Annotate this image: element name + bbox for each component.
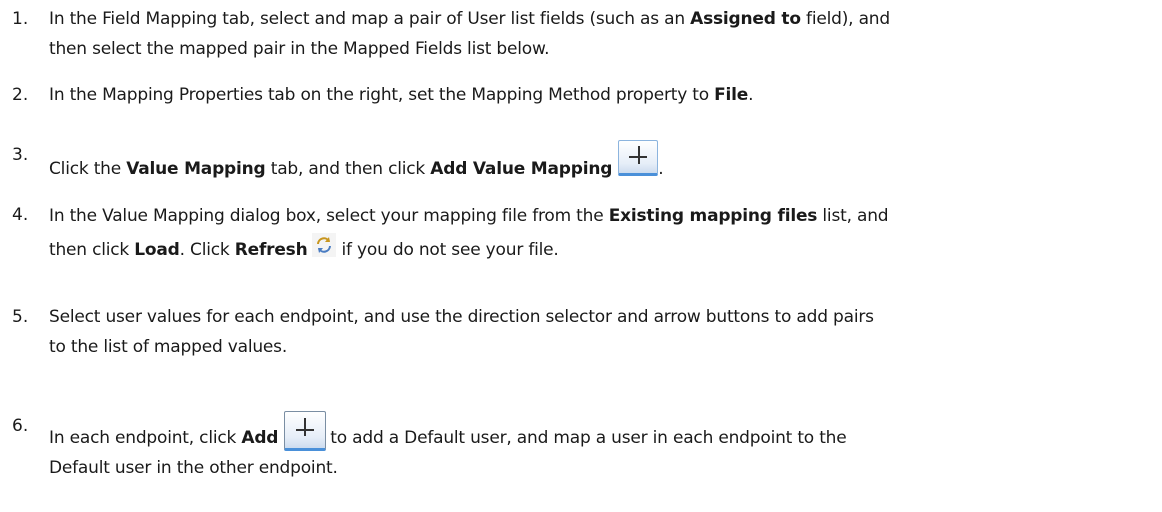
step-text-part: In the Value Mapping dialog box, select … — [49, 206, 609, 226]
step-text-part: . — [658, 159, 664, 179]
button-name-bold: Refresh — [234, 240, 308, 260]
step-text: Click the Value Mapping tab, and then cl… — [49, 140, 1149, 184]
step-text-part: Click the — [49, 159, 127, 179]
step-text-part: . Click — [179, 240, 235, 260]
field-name-bold: Assigned to — [690, 9, 801, 29]
step-text-part: then select the mapped pair in the Mappe… — [49, 39, 550, 59]
step-text-part: to the list of mapped values. — [49, 337, 288, 357]
plus-icon-stroke — [638, 146, 641, 164]
step-text: In each endpoint, click Add to add a Defa… — [49, 411, 1149, 483]
step-text-part: to add a Default user, and map a user in… — [330, 428, 847, 448]
step-number: 1. — [12, 9, 29, 29]
step-text-part: field), and — [800, 9, 890, 29]
step-number: 6. — [12, 416, 29, 436]
step-text-part: Default user in the other endpoint. — [49, 458, 338, 478]
button-name-bold: Add Value Mapping — [430, 159, 613, 179]
refresh-icon[interactable] — [311, 233, 336, 257]
tab-name-bold: Value Mapping — [126, 159, 266, 179]
step-number: 3. — [12, 145, 29, 165]
add-button[interactable] — [284, 411, 327, 451]
step-text-part: In each endpoint, click — [49, 428, 242, 448]
step-text-part: . — [748, 85, 754, 105]
step-text: In the Field Mapping tab, select and map… — [49, 4, 1149, 64]
step-text: In the Value Mapping dialog box, select … — [49, 200, 1149, 267]
button-name-bold: Load — [134, 240, 180, 260]
button-name-bold: Add — [241, 428, 279, 448]
step-number: 2. — [12, 85, 29, 105]
step-number: 5. — [12, 307, 29, 327]
step-text-part: then click — [49, 240, 135, 260]
step-text-part: Select user values for each endpoint, an… — [49, 307, 874, 327]
method-name-bold: File — [714, 85, 749, 105]
step-text-part: tab, and then click — [265, 159, 431, 179]
step-text-part: list, and — [817, 206, 889, 226]
step-text: Select user values for each endpoint, an… — [49, 302, 1149, 362]
step-number: 4. — [12, 205, 29, 225]
add-value-mapping-button[interactable] — [618, 140, 659, 176]
step-text-part: In the Field Mapping tab, select and map… — [49, 9, 691, 29]
plus-icon-stroke — [304, 418, 307, 436]
list-name-bold: Existing mapping files — [608, 206, 818, 226]
step-text-part: In the Mapping Properties tab on the rig… — [49, 85, 715, 105]
step-text-part: if you do not see your file. — [341, 240, 559, 260]
step-text: In the Mapping Properties tab on the rig… — [49, 80, 1149, 110]
